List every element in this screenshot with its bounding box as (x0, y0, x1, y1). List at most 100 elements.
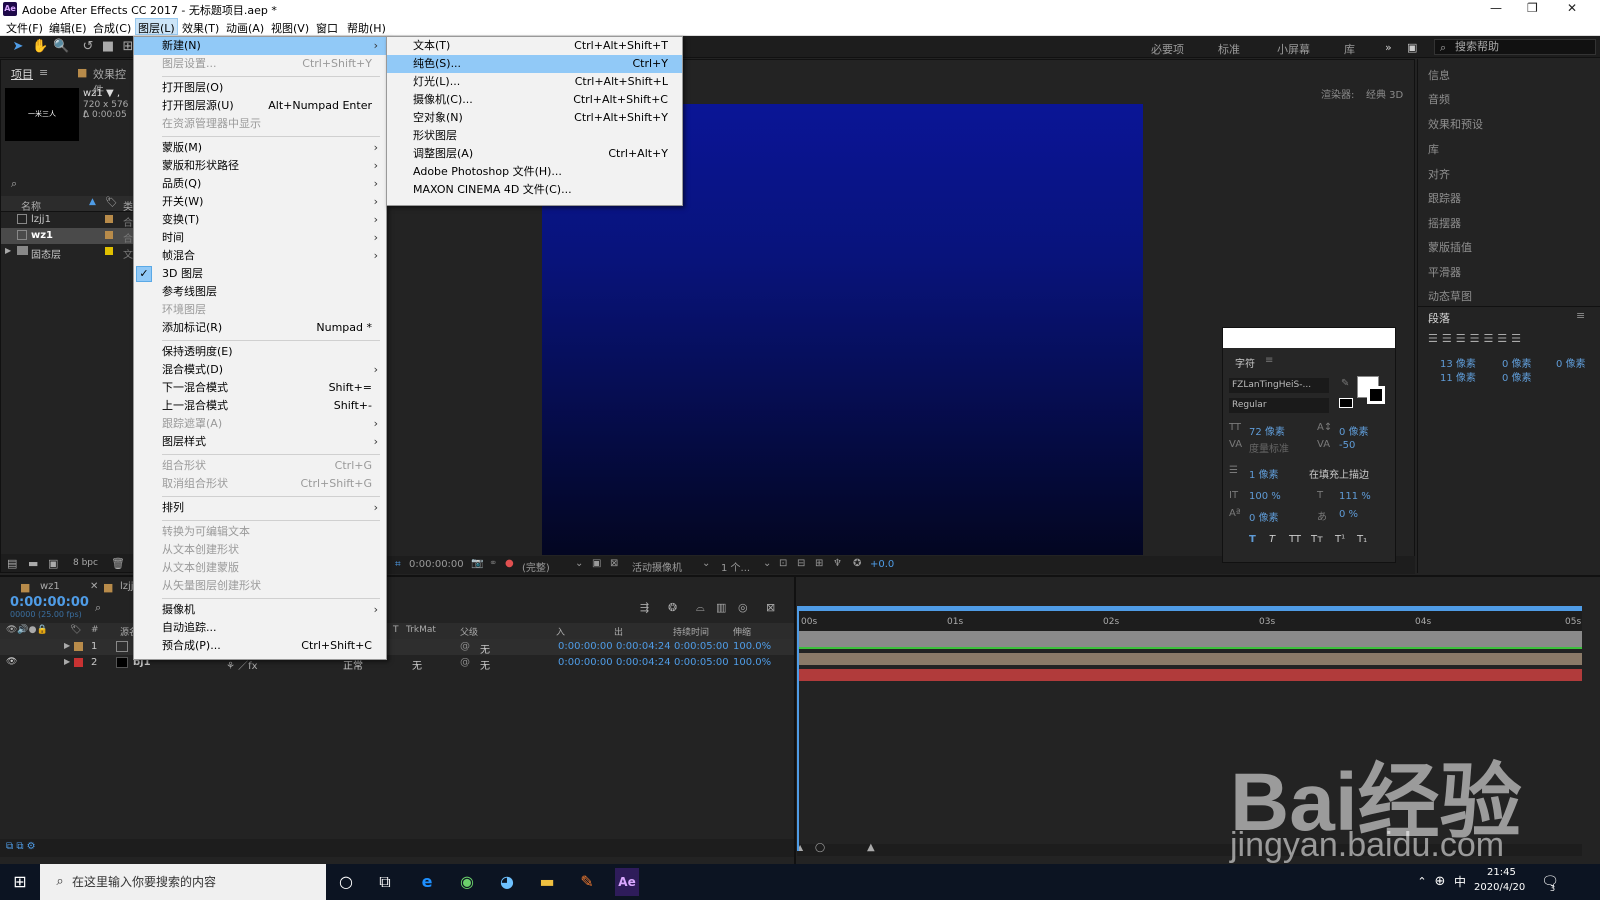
panel-paragraph[interactable]: 段落 (1428, 310, 1450, 326)
interpret-footage-icon[interactable]: ▤ (7, 557, 17, 570)
after-effects-taskbar-icon[interactable]: Ae (615, 868, 639, 896)
renderer-value[interactable]: 经典 3D (1366, 86, 1403, 101)
panel-menu-icon[interactable]: ≡ (1265, 355, 1273, 366)
new-submenu-item[interactable]: 文本(T) Ctrl+Alt+Shift+T (387, 37, 682, 55)
panel-effects-presets[interactable]: 效果和预设 (1428, 116, 1483, 132)
layer-menu-item[interactable]: 保持透明度(E) (134, 343, 386, 361)
faux-italic-button[interactable]: T (1269, 534, 1275, 545)
layer-menu-item[interactable]: 打开图层(O) (134, 79, 386, 97)
frame-blending-icon[interactable]: ▥ (716, 601, 726, 614)
app-icon[interactable]: ◕ (495, 870, 519, 894)
fast-previews-icon[interactable]: ⊟ (797, 558, 805, 569)
layer-menu-item[interactable]: 蒙版和形状路径 › (134, 157, 386, 175)
layer-menu-item[interactable]: 预合成(P)... Ctrl+Shift+C (134, 637, 386, 655)
panel-libraries[interactable]: 库 (1428, 141, 1439, 157)
panel-info[interactable]: 信息 (1428, 67, 1450, 83)
selection-tool-icon[interactable]: ➤ (10, 39, 26, 55)
layer-menu-item[interactable]: 跟踪遮罩(A) › (134, 415, 386, 433)
transparency-grid-icon[interactable]: ⊠ (610, 558, 618, 569)
font-style-select[interactable]: Regular (1229, 398, 1329, 413)
dropdown-arrow-icon[interactable]: ⌄ (763, 558, 771, 569)
layer-menu-item[interactable]: 开关(W) › (134, 193, 386, 211)
indent-right-value[interactable]: 0 像素 (1556, 355, 1586, 370)
panel-wiggler[interactable]: 摇摆器 (1428, 215, 1461, 231)
clock-date[interactable]: 2020/4/20 (1474, 882, 1525, 893)
toggle-switches-icon[interactable]: ⧉ ⧉ ⚙ (6, 841, 36, 852)
table-row[interactable]: 👁 ▶ 2 bj1 ⚘ ／fx 正常 无 @ 无 0:00:00:00 0:00… (0, 655, 794, 672)
workspace-overflow-icon[interactable]: » (1385, 41, 1392, 54)
color-channels-icon[interactable]: ● (505, 558, 514, 569)
taskbar-search-input[interactable]: 在这里输入你要搜索的内容 (40, 864, 326, 900)
snapshot-icon[interactable]: 📷 (471, 558, 483, 569)
col-type[interactable]: 类 (123, 198, 133, 213)
trash-icon[interactable]: 🗑 (111, 557, 125, 570)
dropdown-arrow-icon[interactable]: ⌄ (575, 558, 583, 569)
graph-editor-icon[interactable]: ⊠ (766, 601, 775, 614)
layer-menu-item[interactable]: 图层设置... Ctrl+Shift+Y (134, 55, 386, 73)
minimize-icon[interactable]: — (1490, 1, 1502, 15)
tsume-value[interactable]: 0 % (1339, 509, 1358, 520)
layer-menu-item[interactable]: 自动追踪... (134, 619, 386, 637)
reset-exposure-icon[interactable]: ✪ (853, 558, 861, 569)
tab-project[interactable]: 项目 (11, 66, 33, 82)
timeline-search-icon[interactable]: ⌕ (95, 601, 101, 615)
tracking-value[interactable]: -50 (1339, 440, 1355, 451)
layer-menu-item[interactable]: 打开图层源(U) Alt+Numpad Enter (134, 97, 386, 115)
hand-tool-icon[interactable]: ✋ (32, 39, 48, 55)
layer-parent[interactable]: 无 (480, 641, 490, 656)
toggle-pixel-aspect-icon[interactable]: ⊡ (779, 558, 787, 569)
list-item[interactable]: ▶ 固态层 文 (1, 244, 136, 261)
layer-parent[interactable]: 无 (480, 657, 490, 672)
panel-align[interactable]: 对齐 (1428, 166, 1450, 182)
new-submenu-item[interactable]: MAXON CINEMA 4D 文件(C)... (387, 181, 682, 199)
viewer-timecode[interactable]: 0:00:00:00 (409, 559, 464, 570)
layer-stretch[interactable]: 100.0% (733, 657, 771, 668)
layer-menu-item[interactable]: 时间 › (134, 229, 386, 247)
layer-menu-item[interactable]: 在资源管理器中显示 (134, 115, 386, 133)
layer-menu-item[interactable]: 图层样式 › (134, 433, 386, 451)
region-of-interest-icon[interactable]: ▣ (592, 558, 601, 569)
new-submenu-item[interactable]: 灯光(L)... Ctrl+Alt+Shift+L (387, 73, 682, 91)
workspace-small-screen[interactable]: 小屏幕 (1277, 41, 1310, 57)
expand-triangle-icon[interactable]: ▶ (5, 246, 11, 255)
layer-menu-item[interactable]: 下一混合模式 Shift+= (134, 379, 386, 397)
label-tag-icon[interactable]: 🏷 (105, 197, 118, 208)
layer-menu-item[interactable]: 取消组合形状 Ctrl+Shift+G (134, 475, 386, 493)
menu-edit[interactable]: 编辑(E) (49, 20, 87, 36)
paragraph-align-icons[interactable]: ☰☰☰☰☰☰☰ (1428, 332, 1525, 345)
project-search-icon[interactable]: ⌕ (11, 177, 17, 191)
space-before-value[interactable]: 11 像素 (1440, 369, 1476, 384)
layer-menu-item[interactable]: 参考线图层 (134, 283, 386, 301)
superscript-button[interactable]: T¹ (1335, 534, 1345, 545)
menu-help[interactable]: 帮助(H) (347, 20, 386, 36)
menu-animation[interactable]: 动画(A) (226, 20, 264, 36)
shy-layers-icon[interactable]: ⌓ (696, 601, 705, 615)
layer-menu-item[interactable]: 从文本创建形状 (134, 541, 386, 559)
font-family-select[interactable]: FZLanTingHeiS-... (1229, 378, 1329, 393)
panel-motion-sketch[interactable]: 动态草图 (1428, 288, 1472, 304)
layer-duration[interactable]: 0:00:05:00 (674, 657, 729, 668)
sort-ascending-icon[interactable]: ▲ (89, 197, 96, 207)
font-size-value[interactable]: 72 像素 (1249, 423, 1285, 438)
views-select[interactable]: 1 个... (721, 559, 750, 574)
workspace-sync-icon[interactable]: ▣ (1407, 41, 1417, 54)
space-after-value[interactable]: 0 像素 (1502, 369, 1532, 384)
stroke-width-value[interactable]: 1 像素 (1249, 466, 1279, 481)
zoom-handle-icon[interactable]: ◯ (815, 843, 825, 853)
layer-menu-item[interactable]: 帧混合 › (134, 247, 386, 265)
layer-duration[interactable]: 0:00:05:00 (674, 641, 729, 652)
vertical-scale-value[interactable]: 100 % (1249, 491, 1281, 502)
layer-menu-item[interactable]: 摄像机 › (134, 601, 386, 619)
file-explorer-icon[interactable]: ▬ (535, 870, 559, 894)
app-icon[interactable]: ✎ (575, 870, 599, 894)
panel-menu-icon[interactable]: ≡ (39, 66, 48, 79)
help-search-input[interactable]: 搜索帮助 (1434, 39, 1596, 55)
layer-menu-item[interactable]: 环境图层 (134, 301, 386, 319)
zoom-in-icon[interactable]: ▲ (867, 842, 875, 853)
list-item[interactable]: wz1 合 (1, 228, 136, 245)
new-submenu-item[interactable]: 空对象(N) Ctrl+Alt+Shift+Y (387, 109, 682, 127)
col-name[interactable]: 名称 (21, 198, 41, 213)
grid-icon[interactable]: ⌗ (395, 559, 401, 570)
layer-2-duration-bar[interactable] (797, 669, 1582, 681)
layer-trkmat-select[interactable]: 无 (412, 657, 422, 672)
